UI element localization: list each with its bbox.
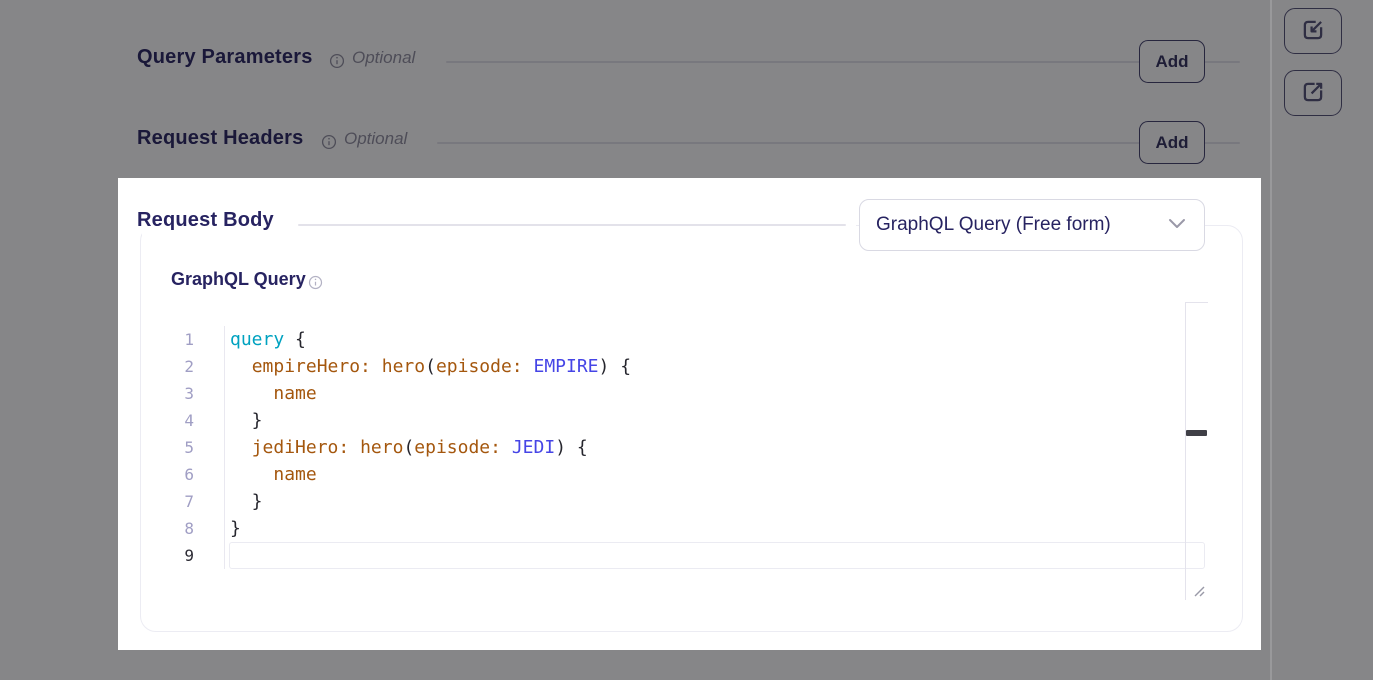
code-line-content: name [224,380,1185,407]
info-icon[interactable] [329,53,345,69]
graphql-query-editor[interactable]: 1query {2 empireHero: hero(episode: EMPI… [160,326,1185,569]
code-line-content: jediHero: hero(episode: JEDI) { [224,434,1185,461]
line-number: 4 [160,407,224,434]
line-number: 6 [160,461,224,488]
add-query-parameter-button[interactable]: Add [1139,40,1205,83]
add-request-header-button[interactable]: Add [1139,121,1205,164]
line-number: 5 [160,434,224,461]
external-link-icon [1300,79,1326,108]
code-line-content: } [224,407,1185,434]
info-icon[interactable] [308,275,324,291]
code-line-content: empireHero: hero(episode: EMPIRE) { [224,353,1185,380]
code-line[interactable]: 8} [160,515,1185,542]
line-number: 1 [160,326,224,353]
code-line-content: } [224,515,1185,542]
code-line-content [224,542,1185,569]
line-number: 3 [160,380,224,407]
chevron-down-icon [1168,216,1186,234]
import-request-button[interactable] [1284,8,1342,54]
info-icon[interactable] [321,134,337,150]
import-icon [1300,17,1326,46]
code-line[interactable]: 7 } [160,488,1185,515]
section-divider [437,142,1240,144]
query-parameters-title: Query Parameters [137,46,313,69]
code-line[interactable]: 2 empireHero: hero(episode: EMPIRE) { [160,353,1185,380]
code-line[interactable]: 3 name [160,380,1185,407]
editor-scrollbar-track [1185,302,1208,600]
editor-drag-handle[interactable] [1186,430,1207,436]
section-divider [446,61,1240,63]
panel-seam [1270,0,1272,680]
line-number: 2 [160,353,224,380]
request-headers-title: Request Headers [137,127,303,150]
line-number: 7 [160,488,224,515]
optional-label: Optional [352,48,415,68]
request-body-title: Request Body [137,209,274,232]
code-line[interactable]: 5 jediHero: hero(episode: JEDI) { [160,434,1185,461]
code-line[interactable]: 6 name [160,461,1185,488]
open-external-button[interactable] [1284,70,1342,116]
code-line-content: } [224,488,1185,515]
textarea-resize-grip[interactable] [1191,583,1207,604]
code-line[interactable]: 1query { [160,326,1185,353]
code-line-content: name [224,461,1185,488]
section-divider [298,224,846,226]
body-type-value: GraphQL Query (Free form) [876,214,1111,236]
code-line[interactable]: 9 [160,542,1185,569]
graphql-query-label: GraphQL Query [171,269,306,290]
line-number: 9 [160,542,224,569]
gutter-separator [224,326,225,569]
code-line[interactable]: 4 } [160,407,1185,434]
code-line-content: query { [224,326,1185,353]
body-type-select[interactable]: GraphQL Query (Free form) [859,199,1205,251]
line-number: 8 [160,515,224,542]
optional-label: Optional [344,129,407,149]
